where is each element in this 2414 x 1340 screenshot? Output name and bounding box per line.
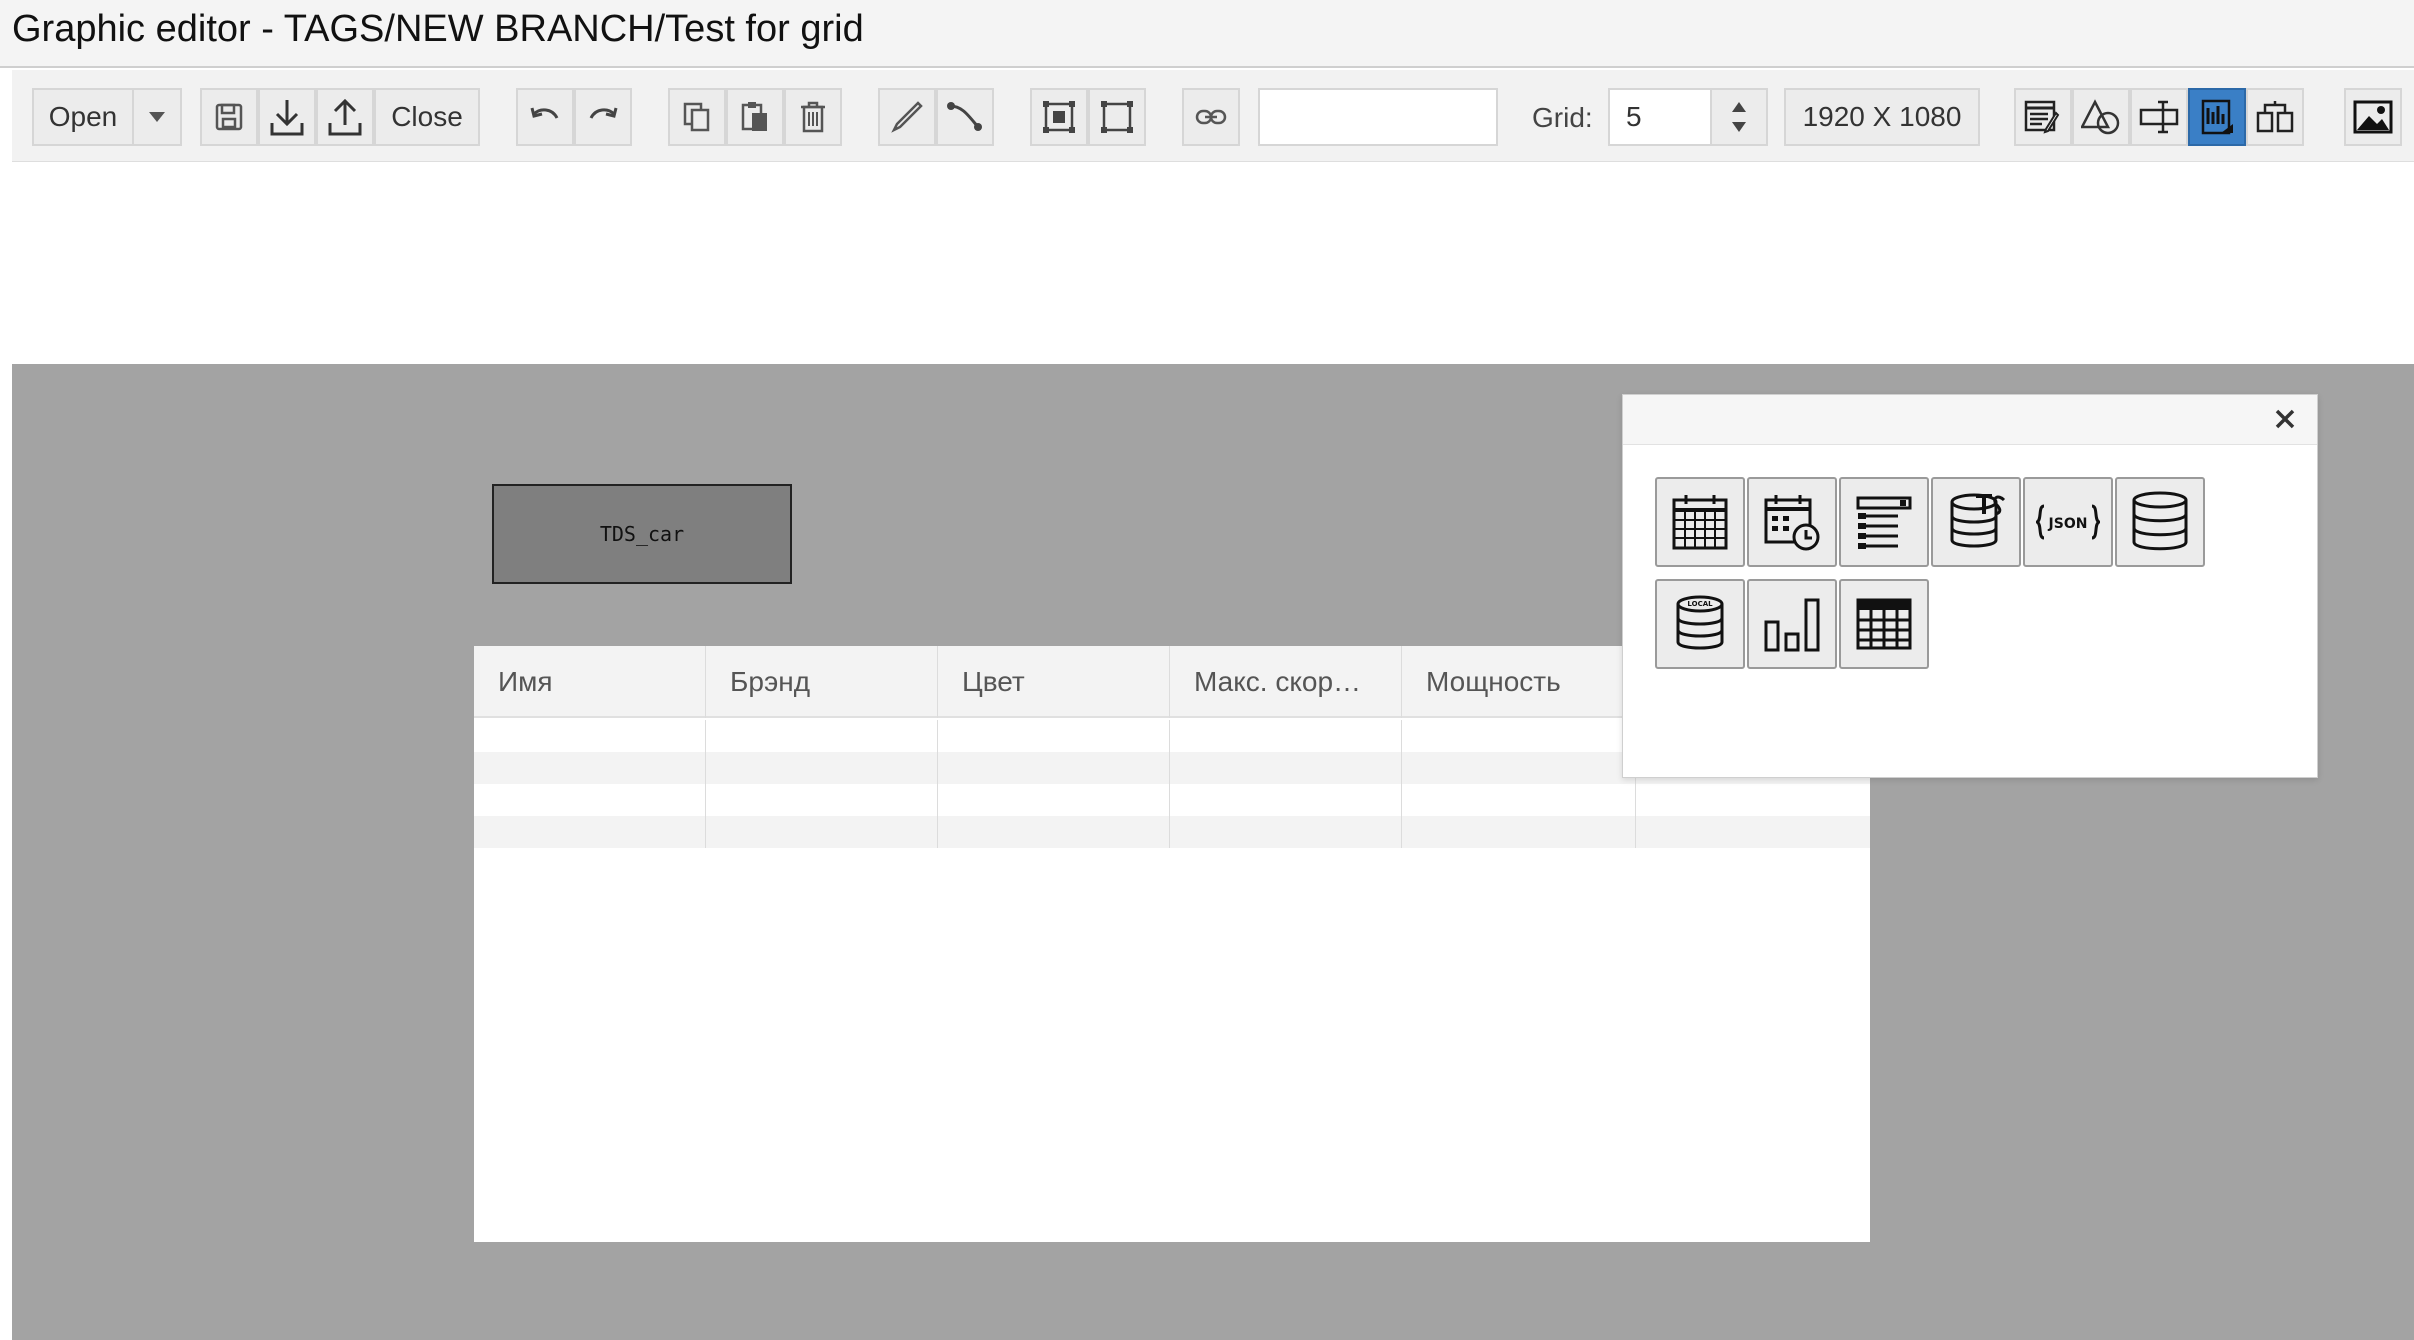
paste-icon (741, 102, 767, 131)
copy-icon (683, 102, 710, 132)
database-icon (2132, 491, 2188, 551)
toolbar: Open Close Grid: 5 1920 X 1080 (12, 70, 2414, 162)
pencil-icon (891, 101, 923, 133)
json-icon: JSON (2036, 504, 2100, 540)
resolution-button[interactable]: 1920 X 1080 (1784, 88, 1980, 146)
close-icon (2275, 409, 2295, 429)
image-icon (2353, 100, 2393, 134)
connector-button[interactable] (936, 88, 994, 146)
tag-element[interactable]: TDS_car (492, 484, 792, 584)
shapes-icon (2081, 99, 2120, 135)
link-button[interactable] (1182, 88, 1240, 146)
download-button[interactable] (258, 88, 316, 146)
copy-button[interactable] (668, 88, 726, 146)
local-database-icon: LOCAL (1676, 595, 1724, 650)
link-input[interactable] (1258, 88, 1498, 146)
redo-button[interactable] (574, 88, 632, 146)
grid-row[interactable] (474, 816, 1870, 848)
text-field-button[interactable] (2130, 88, 2188, 146)
image-button[interactable] (2344, 88, 2402, 146)
shapes-button[interactable] (2072, 88, 2130, 146)
grid-column-header[interactable]: Брэнд (706, 646, 938, 718)
table-icon (1856, 598, 1912, 650)
properties-button[interactable] (2014, 88, 2072, 146)
database-palette-button[interactable] (2115, 477, 2205, 567)
palette-header[interactable] (1623, 395, 2317, 445)
grid-column-header[interactable]: Макс. скор… (1170, 646, 1402, 718)
upload-button[interactable] (316, 88, 374, 146)
svg-text:JSON: JSON (2048, 516, 2088, 532)
title-bar: Graphic editor - TAGS/NEW BRANCH/Test fo… (0, 0, 2414, 68)
ungroup-button[interactable] (1088, 88, 1146, 146)
link-icon (1195, 109, 1227, 125)
redo-icon (589, 107, 618, 119)
group-icon (1043, 101, 1075, 133)
svg-text:LOCAL: LOCAL (1687, 600, 1713, 608)
bar-chart-icon (1764, 598, 1820, 652)
properties-icon (2024, 100, 2060, 134)
ts-database-icon (1950, 493, 2006, 548)
json-palette-button[interactable]: JSON (2023, 477, 2113, 567)
ungroup-icon (1101, 101, 1133, 133)
calendar-palette-button[interactable] (1655, 477, 1745, 567)
calendar-clock-palette-button[interactable] (1747, 477, 1837, 567)
grid-column-header[interactable]: Мощность (1402, 646, 1636, 718)
upload-icon (328, 98, 362, 136)
text-field-icon (2139, 100, 2179, 134)
undo-button[interactable] (516, 88, 574, 146)
palette-close-button[interactable] (2267, 401, 2303, 437)
draw-button[interactable] (878, 88, 936, 146)
grid-column-header[interactable]: Имя (474, 646, 706, 718)
download-icon (270, 100, 304, 136)
table-palette-button[interactable] (1839, 579, 1929, 669)
dropdown-arrow-icon (149, 112, 165, 122)
paste-button[interactable] (726, 88, 784, 146)
calendar-icon (1672, 495, 1728, 550)
grid-row[interactable] (474, 784, 1870, 816)
bar-chart-palette-button[interactable] (1747, 579, 1837, 669)
grid-mode-button[interactable] (2188, 88, 2246, 146)
calendar-clock-icon (1764, 495, 1820, 551)
components-button[interactable] (2246, 88, 2304, 146)
stepper-arrows-icon (1732, 102, 1746, 132)
open-dropdown-button[interactable] (132, 88, 182, 146)
window-title: Graphic editor - TAGS/NEW BRANCH/Test fo… (12, 8, 864, 50)
connector-icon (947, 102, 982, 131)
components-icon (2256, 101, 2294, 133)
ts-database-palette-button[interactable] (1931, 477, 2021, 567)
grid-size-input[interactable]: 5 (1608, 88, 1712, 146)
save-icon (215, 103, 243, 131)
trash-icon (801, 101, 825, 133)
grid-size-stepper[interactable] (1712, 88, 1768, 146)
undo-icon (530, 107, 559, 119)
grid-column-header[interactable]: Цвет (938, 646, 1170, 718)
form-list-palette-button[interactable] (1839, 477, 1929, 567)
form-list-icon (1856, 496, 1912, 549)
close-button[interactable]: Close (374, 88, 480, 146)
grid-mode-icon (2201, 99, 2233, 135)
local-database-palette-button[interactable]: LOCAL (1655, 579, 1745, 669)
delete-button[interactable] (784, 88, 842, 146)
grid-label: Grid: (1532, 102, 1593, 133)
open-button[interactable]: Open (32, 88, 134, 146)
save-button[interactable] (200, 88, 258, 146)
group-button[interactable] (1030, 88, 1088, 146)
component-palette: JSON LOCAL ✕ (1622, 394, 2318, 778)
